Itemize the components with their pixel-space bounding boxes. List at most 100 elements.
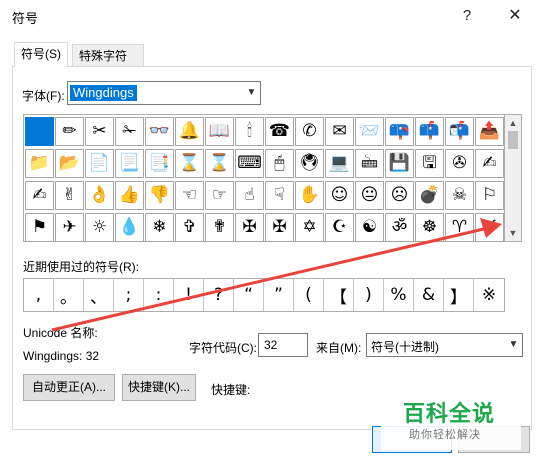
symbol-cell[interactable]: ✁	[115, 117, 144, 146]
symbol-cell[interactable]: 💣	[415, 181, 444, 210]
close-icon[interactable]: ✕	[500, 4, 530, 28]
symbol-cell[interactable]: 💻	[325, 149, 354, 178]
symbol-cell[interactable]: ॐ	[385, 213, 414, 242]
symbol-cell[interactable]: ✡	[295, 213, 324, 242]
symbol-cell[interactable]: ♈	[445, 213, 474, 242]
symbol-cell[interactable]: ⌨	[235, 149, 264, 178]
symbol-cell[interactable]: 🕯	[235, 117, 264, 146]
symbol-cell[interactable]: 📨	[355, 117, 384, 146]
symbol-cell[interactable]: 🖲	[295, 149, 324, 178]
symbol-cell[interactable]: ✌	[55, 181, 84, 210]
symbol-cell[interactable]: 📬	[445, 117, 474, 146]
symbol-cell[interactable]: ✠	[235, 213, 264, 242]
symbol-cell[interactable]: ✏	[55, 117, 84, 146]
char-code-input[interactable]: 32	[258, 333, 308, 357]
scrollbar-thumb[interactable]	[508, 131, 518, 149]
symbol-cell[interactable]: ✆	[295, 117, 324, 146]
recent-symbol-cell[interactable]: ※	[474, 279, 504, 311]
symbol-cell[interactable]: ✋	[295, 181, 324, 210]
symbol-cell[interactable]: 💾	[385, 149, 414, 178]
symbol-cell[interactable]: ✉	[325, 117, 354, 146]
symbol-cell[interactable]: ✈	[55, 213, 84, 242]
symbol-cell[interactable]: ✍	[475, 149, 504, 178]
symbol-cell[interactable]: ❄	[145, 213, 174, 242]
tab-special-characters[interactable]: 特殊字符(P)	[72, 44, 144, 85]
symbol-cell[interactable]: 📪	[385, 117, 414, 146]
tab-symbols[interactable]: 符号(S)	[14, 42, 68, 67]
autocorrect-button[interactable]: 自动更正(A)...	[23, 374, 115, 401]
symbol-cell[interactable]: 📫	[415, 117, 444, 146]
symbol-cell[interactable]: 👍	[115, 181, 144, 210]
symbol-cell[interactable]: ✍	[25, 181, 54, 210]
recent-symbol-cell[interactable]: 】	[444, 279, 474, 311]
symbol-cell[interactable]: 👌	[85, 181, 114, 210]
symbol-cell[interactable]: ☎	[265, 117, 294, 146]
symbol-cell[interactable]: ☟	[265, 181, 294, 210]
symbol-cell[interactable]: ☠	[445, 181, 474, 210]
symbol-cell[interactable]: ⌛	[175, 149, 204, 178]
symbol-cell[interactable]: ⚑	[25, 213, 54, 242]
watermark-subtitle: 助你轻松解决	[409, 429, 481, 441]
symbol-cell[interactable]: 🔔	[175, 117, 204, 146]
symbol-cell[interactable]: ☹	[385, 181, 414, 210]
symbol-cell[interactable]: ☸	[415, 213, 444, 242]
recent-symbol-cell[interactable]: :	[144, 279, 174, 311]
symbol-cell[interactable]: ☯	[355, 213, 384, 242]
font-dropdown[interactable]: Wingdings ▼	[67, 81, 261, 105]
recent-symbol-cell[interactable]: 、	[84, 279, 114, 311]
symbol-cell[interactable]: ☪	[325, 213, 354, 242]
scroll-up-icon[interactable]: ▲	[505, 115, 521, 131]
recent-symbol-cell[interactable]: ”	[264, 279, 294, 311]
recent-symbol-cell[interactable]: )	[354, 279, 384, 311]
symbol-grid-scrollbar[interactable]: ▲ ▼	[505, 114, 522, 242]
symbol-cell[interactable]: 🖱	[265, 149, 294, 178]
symbol-cell[interactable]: ☜	[175, 181, 204, 210]
symbol-cell[interactable]: ✞	[175, 213, 204, 242]
symbol-cell[interactable]: ✂	[85, 117, 114, 146]
symbol-cell[interactable]: 📤	[475, 117, 504, 146]
chevron-down-icon[interactable]: ▼	[504, 334, 522, 356]
from-dropdown[interactable]: 符号(十进制) ▼	[366, 333, 523, 357]
recent-symbol-cell[interactable]: ;	[114, 279, 144, 311]
symbol-cell[interactable]: 😐	[355, 181, 384, 210]
chevron-down-icon[interactable]: ▼	[242, 82, 260, 104]
symbol-cell[interactable]: 🖫	[415, 149, 444, 178]
recent-symbol-cell[interactable]: (	[294, 279, 324, 311]
symbol-cell[interactable]	[25, 117, 54, 146]
symbol-cell[interactable]: ☼	[85, 213, 114, 242]
recent-symbol-cell[interactable]: %	[384, 279, 414, 311]
scroll-down-icon[interactable]: ▼	[505, 225, 521, 241]
symbol-cell[interactable]: ⚐	[475, 181, 504, 210]
symbol-cell[interactable]: 💧	[115, 213, 144, 242]
font-label: 字体(F):	[22, 89, 65, 103]
symbol-cell[interactable]: 📃	[115, 149, 144, 178]
symbol-cell[interactable]: ⌛	[205, 149, 234, 178]
symbol-cell[interactable]: 🖮	[355, 149, 384, 178]
recent-symbols-label: 近期使用过的符号(R):	[23, 260, 139, 274]
symbol-cell[interactable]: 📂	[55, 149, 84, 178]
symbol-cell[interactable]: 📁	[25, 149, 54, 178]
recent-symbol-cell[interactable]: !	[174, 279, 204, 311]
recent-symbol-cell[interactable]: “	[234, 279, 264, 311]
symbol-cell[interactable]: 👓	[145, 117, 174, 146]
symbol-cell[interactable]: ✟	[205, 213, 234, 242]
recent-symbol-cell[interactable]: ,	[24, 279, 54, 311]
recent-symbol-cell[interactable]: 【	[324, 279, 354, 311]
shortcut-key-button[interactable]: 快捷键(K)...	[122, 374, 196, 401]
symbol-cell[interactable]: 📄	[85, 149, 114, 178]
symbol-cell[interactable]: ✠	[265, 213, 294, 242]
recent-symbol-cell[interactable]: 。	[54, 279, 84, 311]
recent-symbol-cell[interactable]: &	[414, 279, 444, 311]
recent-symbol-cell[interactable]: ?	[204, 279, 234, 311]
symbol-cell[interactable]: ☺	[325, 181, 354, 210]
symbol-cell[interactable]: 📖	[205, 117, 234, 146]
symbol-cell[interactable]: ☞	[205, 181, 234, 210]
symbol-cell[interactable]: ☝	[235, 181, 264, 210]
dialog-title: 符号	[12, 11, 39, 26]
symbol-cell[interactable]: 📑	[145, 149, 174, 178]
help-icon[interactable]: ?	[452, 4, 482, 28]
symbol-cell[interactable]: ✇	[445, 149, 474, 178]
symbol-cell[interactable]: ♉	[475, 213, 504, 242]
title-bar: 符号 ? ✕	[0, 0, 546, 32]
symbol-cell[interactable]: 👎	[145, 181, 174, 210]
